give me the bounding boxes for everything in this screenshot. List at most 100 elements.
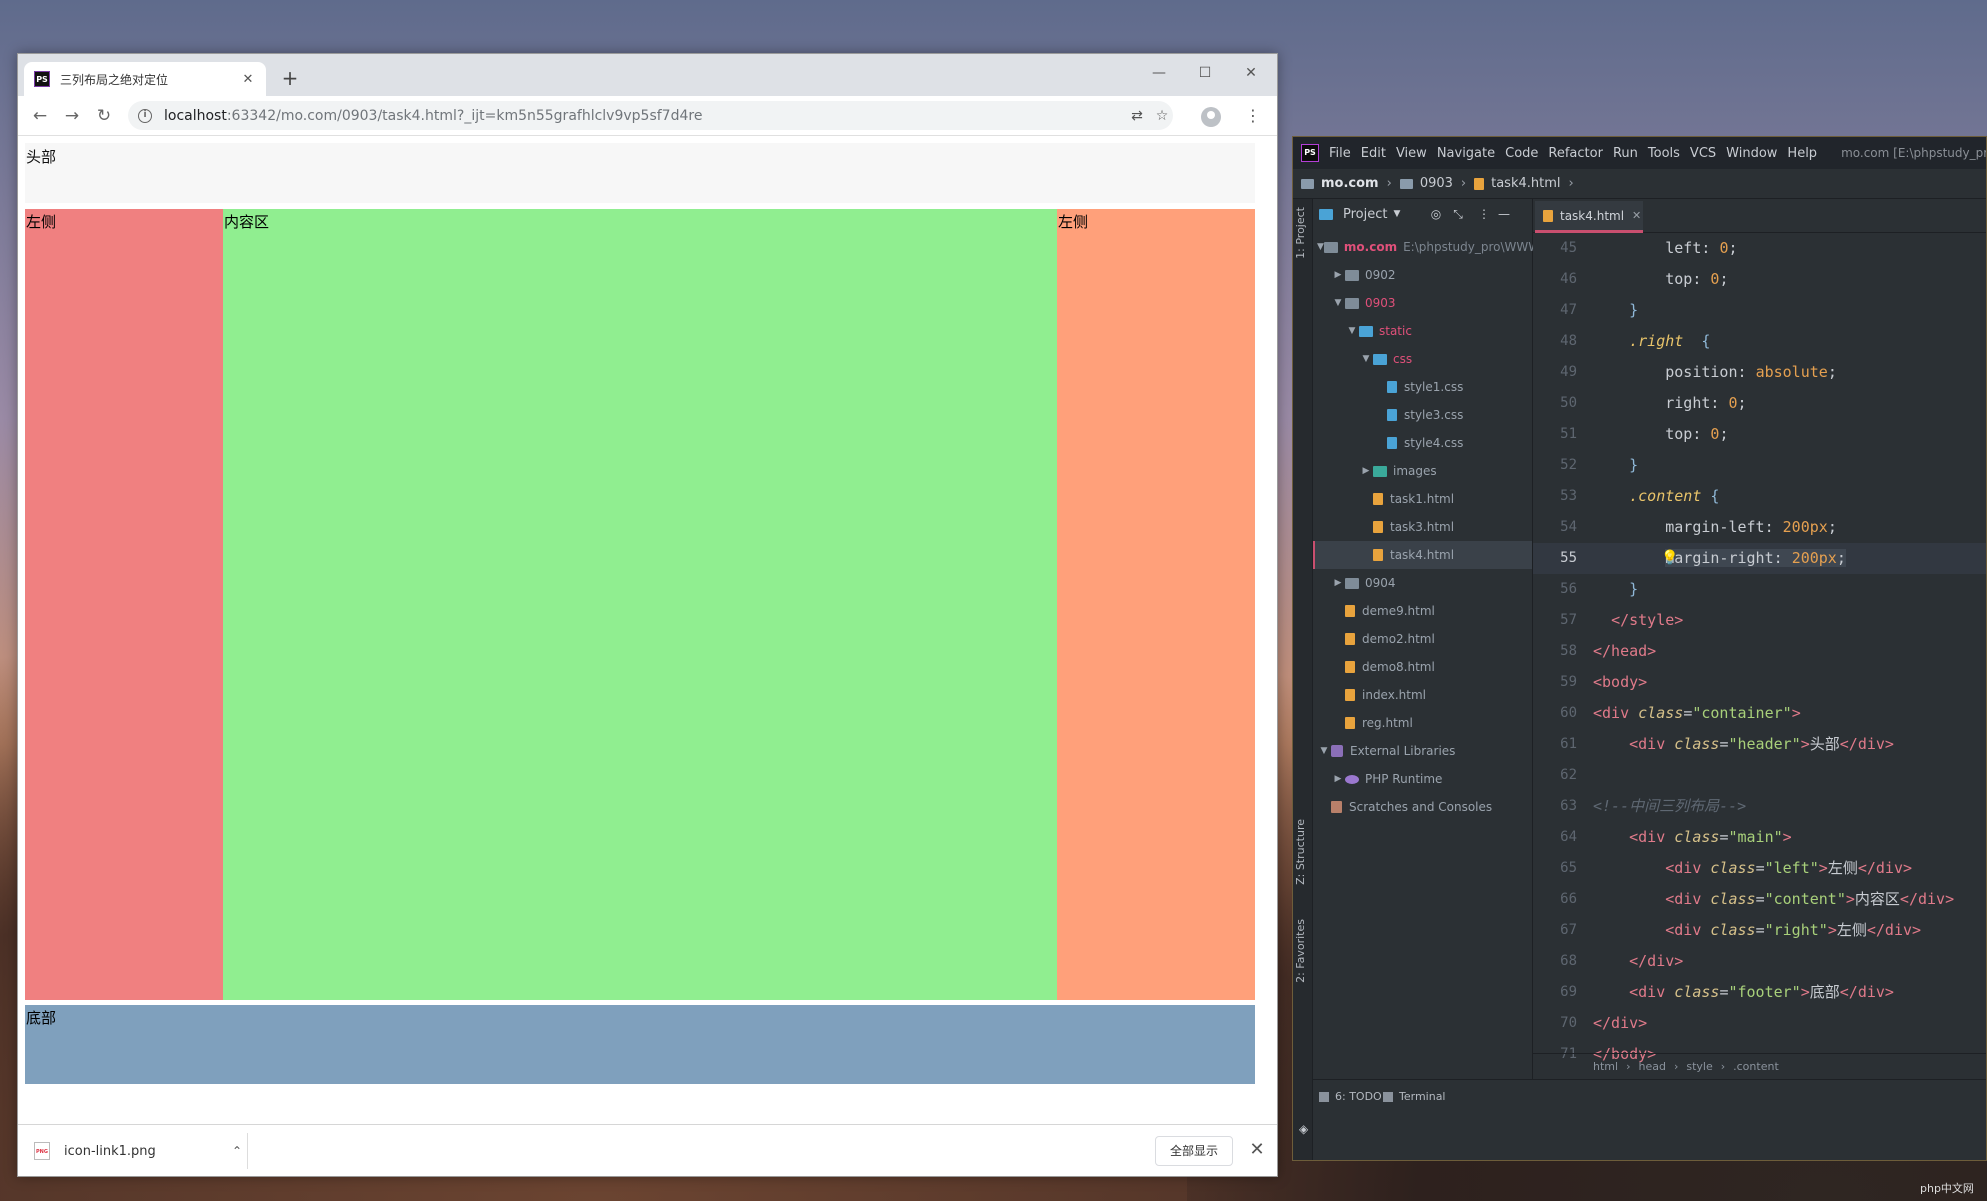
nav-crumb-file[interactable]: task4.html bbox=[1474, 176, 1561, 191]
nav-crumb-folder[interactable]: 0903 bbox=[1399, 176, 1453, 191]
browser-tab[interactable]: PS 三列布局之绝对定位 ✕ bbox=[24, 62, 266, 96]
terminal-icon bbox=[1383, 1091, 1393, 1102]
structure-tool-tab[interactable]: Z: Structure bbox=[1294, 819, 1307, 885]
todo-icon bbox=[1319, 1091, 1329, 1102]
tree-item-0903[interactable]: ▼ 0903 bbox=[1313, 289, 1532, 317]
tree-item-style4[interactable]: style4.css bbox=[1313, 429, 1532, 457]
chevron-down-icon[interactable]: ▼ bbox=[1317, 242, 1324, 252]
favorites-tool-tab[interactable]: 2: Favorites bbox=[1294, 919, 1307, 983]
chevron-down-icon[interactable]: ▼ bbox=[1331, 298, 1345, 308]
tree-item-scratches[interactable]: Scratches and Consoles bbox=[1313, 793, 1532, 821]
breadcrumb-style[interactable]: style bbox=[1686, 1060, 1712, 1073]
tree-item-css[interactable]: ▼ css bbox=[1313, 345, 1532, 373]
chevron-up-icon[interactable]: ⌃ bbox=[227, 1144, 247, 1158]
hide-panel-icon[interactable]: — bbox=[1495, 205, 1513, 223]
tree-item-images[interactable]: ▶ images bbox=[1313, 457, 1532, 485]
breadcrumb-html[interactable]: html bbox=[1593, 1060, 1618, 1073]
line-number: 57 bbox=[1560, 612, 1577, 628]
tree-item-deme9[interactable]: deme9.html bbox=[1313, 597, 1532, 625]
browser-menu-icon[interactable]: ⋮ bbox=[1239, 102, 1267, 130]
close-window-button[interactable]: ✕ bbox=[1228, 58, 1274, 88]
menu-refactor[interactable]: Refactor bbox=[1548, 146, 1603, 161]
menu-navigate[interactable]: Navigate bbox=[1437, 146, 1495, 161]
chevron-right-icon[interactable]: ▶ bbox=[1331, 270, 1345, 280]
chevron-right-icon[interactable]: ▶ bbox=[1331, 578, 1345, 588]
maximize-button[interactable]: ☐ bbox=[1182, 58, 1228, 88]
tree-item-style1[interactable]: style1.css bbox=[1313, 373, 1532, 401]
menu-tools[interactable]: Tools bbox=[1648, 146, 1680, 161]
menu-edit[interactable]: Edit bbox=[1361, 146, 1386, 161]
forward-arrow-icon[interactable]: → bbox=[58, 102, 86, 130]
chevron-right-icon: › bbox=[1568, 176, 1574, 191]
close-download-shelf-icon[interactable]: ✕ bbox=[1246, 1139, 1268, 1161]
todo-tool-tab[interactable]: 6: TODO bbox=[1319, 1090, 1382, 1103]
address-bar[interactable]: i localhost :63342/mo.com/0903/task4.htm… bbox=[128, 101, 1173, 130]
tree-item-static[interactable]: ▼ static bbox=[1313, 317, 1532, 345]
chevron-right-icon[interactable]: ▶ bbox=[1359, 466, 1373, 476]
project-tool-tab[interactable]: 1: Project bbox=[1294, 207, 1307, 259]
tree-item-task4[interactable]: task4.html bbox=[1313, 541, 1532, 569]
menu-help[interactable]: Help bbox=[1787, 146, 1817, 161]
tree-item-style3[interactable]: style3.css bbox=[1313, 401, 1532, 429]
html-file-icon bbox=[1373, 549, 1383, 561]
chevron-down-icon[interactable]: ▼ bbox=[1393, 209, 1400, 219]
show-all-button[interactable]: 全部显示 bbox=[1155, 1136, 1233, 1166]
profile-avatar[interactable] bbox=[1201, 107, 1221, 127]
breadcrumb-head[interactable]: head bbox=[1638, 1060, 1665, 1073]
download-item[interactable]: PNG icon-link1.png ⌃ bbox=[26, 1133, 248, 1169]
tree-item-0904[interactable]: ▶ 0904 bbox=[1313, 569, 1532, 597]
html-file-icon bbox=[1543, 209, 1553, 222]
tree-item-mo-com[interactable]: ▼ mo.com E:\phpstudy_pro\WWW bbox=[1313, 233, 1540, 261]
site-info-icon[interactable]: i bbox=[138, 108, 152, 123]
menu-run[interactable]: Run bbox=[1613, 146, 1638, 161]
tree-item-php-runtime[interactable]: ▶ PHP Runtime bbox=[1313, 765, 1532, 793]
project-view-dropdown[interactable]: Project bbox=[1343, 207, 1387, 222]
code-line: <div class="left">左侧</div> bbox=[1665, 859, 1913, 877]
page-main-block: 左侧 内容区 左侧 bbox=[25, 209, 1255, 1000]
line-number: 51 bbox=[1560, 426, 1577, 442]
chevron-down-icon[interactable]: ▼ bbox=[1359, 354, 1373, 364]
tree-item-reg[interactable]: reg.html bbox=[1313, 709, 1532, 737]
library-icon bbox=[1331, 745, 1343, 757]
line-number-gutter: 45 46 47 48 49 50 51 52 53 54 55 56 57 5… bbox=[1533, 233, 1593, 1062]
code-area[interactable]: left: 0; top: 0; } .right { position: ab… bbox=[1593, 233, 1986, 1063]
back-arrow-icon[interactable]: ← bbox=[26, 102, 54, 130]
chevron-right-icon[interactable]: ▶ bbox=[1331, 774, 1345, 784]
layers-icon[interactable]: ◈ bbox=[1299, 1122, 1308, 1136]
chevron-down-icon[interactable]: ▼ bbox=[1345, 326, 1359, 336]
tree-item-task3[interactable]: task3.html bbox=[1313, 513, 1532, 541]
reload-icon[interactable]: ↻ bbox=[90, 102, 118, 130]
line-number: 47 bbox=[1560, 302, 1577, 318]
tree-item-demo2[interactable]: demo2.html bbox=[1313, 625, 1532, 653]
editor-tab-bar: task4.html ✕ bbox=[1533, 199, 1986, 233]
editor-tab-task4[interactable]: task4.html ✕ bbox=[1535, 201, 1643, 233]
terminal-tool-tab[interactable]: Terminal bbox=[1383, 1090, 1446, 1103]
folder-icon bbox=[1373, 465, 1387, 477]
chevron-down-icon[interactable]: ▼ bbox=[1317, 746, 1331, 756]
menu-window[interactable]: Window bbox=[1726, 146, 1777, 161]
collapse-all-icon[interactable]: ⤡ bbox=[1449, 205, 1467, 223]
menu-view[interactable]: View bbox=[1396, 146, 1427, 161]
line-number: 45 bbox=[1560, 240, 1577, 256]
bookmark-star-icon[interactable]: ☆ bbox=[1153, 107, 1171, 125]
tree-item-index[interactable]: index.html bbox=[1313, 681, 1532, 709]
menu-vcs[interactable]: VCS bbox=[1690, 146, 1716, 161]
url-host: localhost bbox=[164, 107, 227, 124]
menu-file[interactable]: File bbox=[1329, 146, 1351, 161]
html-file-icon bbox=[1345, 605, 1355, 617]
menu-code[interactable]: Code bbox=[1505, 146, 1538, 161]
translate-icon[interactable]: ⇄ bbox=[1128, 107, 1146, 125]
tree-item-task1[interactable]: task1.html bbox=[1313, 485, 1532, 513]
locate-target-icon[interactable]: ◎ bbox=[1427, 205, 1445, 223]
new-tab-button[interactable]: + bbox=[276, 64, 304, 92]
minimize-button[interactable]: — bbox=[1136, 58, 1182, 88]
tree-item-external-libraries[interactable]: ▼ External Libraries bbox=[1313, 737, 1532, 765]
lightbulb-icon[interactable]: 💡 bbox=[1661, 543, 1678, 574]
breadcrumb-content[interactable]: .content bbox=[1733, 1060, 1779, 1073]
tree-item-demo8[interactable]: demo8.html bbox=[1313, 653, 1532, 681]
tree-item-0902[interactable]: ▶ 0902 bbox=[1313, 261, 1532, 289]
tab-close-icon[interactable]: ✕ bbox=[240, 72, 256, 87]
close-icon[interactable]: ✕ bbox=[1632, 209, 1641, 222]
nav-crumb-root[interactable]: mo.com bbox=[1301, 176, 1379, 191]
options-icon[interactable]: ⋮ bbox=[1475, 205, 1493, 223]
